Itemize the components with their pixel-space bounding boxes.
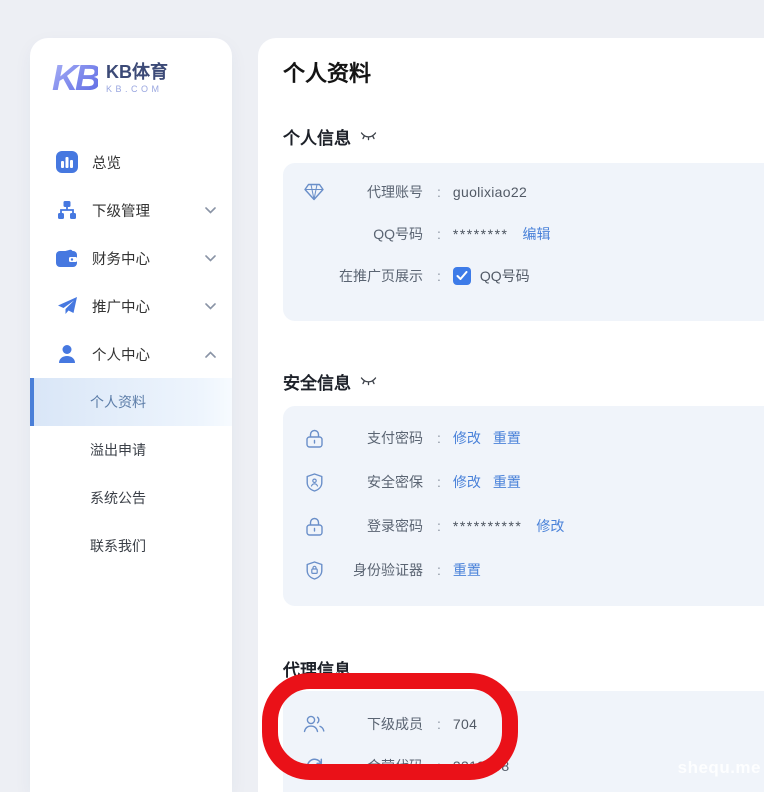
promotion-icon [56,295,78,317]
chevron-up-icon [204,348,216,360]
chevron-down-icon [204,300,216,312]
sidebar-item-label: 财务中心 [92,248,204,269]
hierarchy-icon [56,199,78,221]
payment-password-row: 支付密码 : 修改 重置 [283,416,764,460]
field-label: 支付密码 [335,428,423,448]
chevron-down-icon [204,204,216,216]
shield-lock-icon [303,559,325,581]
colon: : [437,268,441,284]
qq-display-checkbox[interactable] [453,267,471,285]
reset-payment-password-link[interactable]: 重置 [493,428,521,448]
field-label: 下级成员 [335,714,423,734]
edit-qq-link[interactable]: 编辑 [522,224,550,244]
sidebar-nav: 总览 下级管理 财务中心 推广中心 [30,138,232,570]
chevron-down-icon [204,252,216,264]
colon: : [437,430,441,446]
field-label: 代理账号 [335,182,423,202]
wallet-icon [56,247,78,269]
sidebar-item-promotion[interactable]: 推广中心 [30,282,232,330]
sidebar-item-subordinates[interactable]: 下级管理 [30,186,232,234]
colon: : [437,716,441,732]
modify-security-question-link[interactable]: 修改 [453,472,481,492]
agent-account-value: guolixiao22 [453,184,527,200]
sidebar-item-label: 下级管理 [92,200,204,221]
reset-authenticator-link[interactable]: 重置 [453,560,481,580]
subordinate-members-row: 下级成员 : 704 [283,703,764,745]
colon: : [437,474,441,490]
colon: : [437,518,441,534]
brand-text: KB体育 KB.COM [106,62,168,95]
sidebar-item-personal-center[interactable]: 个人中心 [30,330,232,378]
eye-closed-icon[interactable] [360,376,377,387]
user-icon [56,343,78,365]
row-icon-spacer [303,265,325,287]
sidebar-item-label: 总览 [92,152,216,173]
brand-logo: KB KB体育 KB.COM [30,38,232,96]
sidebar: KB KB体育 KB.COM 总览 下级管理 财务中心 [30,38,232,792]
colon: : [437,562,441,578]
security-info-card: 支付密码 : 修改 重置 安全密保 : 修改 重置 登录密码 : *******… [283,406,764,606]
row-icon-spacer [303,223,325,245]
lock-icon [303,515,325,537]
field-label: 合营代码 [335,756,423,776]
authenticator-row: 身份验证器 : 重置 [283,548,764,592]
reset-security-question-link[interactable]: 重置 [493,472,521,492]
subordinate-members-value: 704 [453,716,477,732]
qq-number-row: QQ号码 : ******** 编辑 [283,213,764,255]
checkbox-label: QQ号码 [480,266,530,286]
login-password-masked-value: ********** [453,518,522,534]
qq-number-masked-value: ******** [453,226,509,242]
brand-mark: KB [52,60,98,96]
lock-icon [303,427,325,449]
sidebar-subitem-overflow-request[interactable]: 溢出申请 [30,426,232,474]
sidebar-subitem-system-announcements[interactable]: 系统公告 [30,474,232,522]
section-title: 安全信息 [283,369,351,394]
promotion-display-row: 在推广页展示 : QQ号码 [283,255,764,297]
agent-info-heading: 代理信息 [283,656,764,681]
brand-subtitle: KB.COM [106,84,168,94]
personal-info-card: 代理账号 : guolixiao22 QQ号码 : ******** 编辑 在推… [283,163,764,321]
brand-title: KB体育 [106,62,168,83]
watermark: shequ.me [678,758,761,778]
overview-icon [56,151,78,173]
login-password-row: 登录密码 : ********** 修改 [283,504,764,548]
agent-account-row: 代理账号 : guolixiao22 [283,171,764,213]
sidebar-subitem-label: 系统公告 [90,488,146,508]
diamond-icon [303,181,325,203]
eye-closed-icon[interactable] [360,131,377,142]
partnership-code-value: 3319198 [453,758,510,774]
shield-user-icon [303,471,325,493]
sidebar-item-finance[interactable]: 财务中心 [30,234,232,282]
sidebar-item-overview[interactable]: 总览 [30,138,232,186]
security-question-row: 安全密保 : 修改 重置 [283,460,764,504]
colon: : [437,758,441,774]
page-title: 个人资料 [283,56,764,88]
sidebar-subitem-label: 个人资料 [90,392,146,412]
field-label: 安全密保 [335,472,423,492]
section-title: 个人信息 [283,124,351,149]
modify-payment-password-link[interactable]: 修改 [453,428,481,448]
sidebar-item-label: 推广中心 [92,296,204,317]
sidebar-subitem-profile[interactable]: 个人资料 [30,378,232,426]
sidebar-item-label: 个人中心 [92,344,204,365]
colon: : [437,184,441,200]
colon: : [437,226,441,242]
field-label: 登录密码 [335,516,423,536]
sidebar-subitem-label: 溢出申请 [90,440,146,460]
section-title: 代理信息 [283,656,351,681]
modify-login-password-link[interactable]: 修改 [536,516,564,536]
refresh-icon [303,755,325,777]
sidebar-subitem-contact-us[interactable]: 联系我们 [30,522,232,570]
personal-info-heading: 个人信息 [283,124,764,149]
field-label: 身份验证器 [335,560,423,580]
main-content: 个人资料 个人信息 代理账号 : guolixiao22 QQ号码 : ****… [258,38,764,792]
security-info-heading: 安全信息 [283,369,764,394]
members-icon [303,713,325,735]
field-label: 在推广页展示 [335,266,423,286]
sidebar-subitem-label: 联系我们 [90,536,146,556]
field-label: QQ号码 [335,224,423,244]
